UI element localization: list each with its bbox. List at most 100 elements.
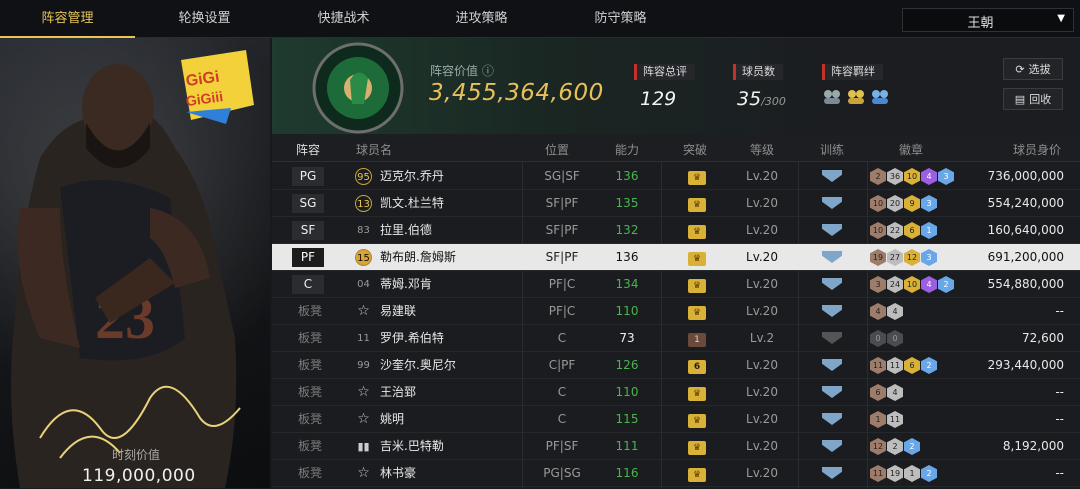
player-name: 易建联 — [380, 304, 417, 318]
slot-label: 板凳 — [298, 439, 323, 453]
training-icon[interactable] — [822, 170, 842, 182]
badge-hex-icon: 2 — [921, 465, 937, 482]
badge-hex-icon: 12 — [870, 438, 886, 455]
bond-icon-silver[interactable] — [822, 88, 842, 106]
training-icon[interactable] — [822, 278, 842, 290]
player-value: 293,440,000 — [987, 358, 1064, 372]
header-name[interactable]: 球员名 — [356, 141, 392, 158]
tab-quick-tactics[interactable]: 快捷战术 — [276, 0, 411, 38]
lineup-value: 3,455,364,600 — [429, 80, 604, 106]
table-row[interactable]: 板凳 ▮▮ 吉米.巴特勒 PF|SF 111 ♛ Lv.20 12 2 2 8,19… — [272, 433, 1080, 460]
recycle-icon: ▤ — [1014, 92, 1026, 106]
player-level: Lv.20 — [746, 439, 778, 453]
player-name: 吉米.巴特勒 — [380, 439, 444, 453]
training-icon[interactable] — [822, 359, 842, 371]
training-icon[interactable] — [822, 413, 842, 425]
player-name: 拉里.伯德 — [380, 223, 432, 237]
jersey-number: ☆ — [357, 384, 370, 400]
player-value: 554,240,000 — [987, 196, 1064, 210]
training-icon[interactable] — [822, 386, 842, 398]
badge-hex-icon: 2 — [887, 438, 903, 455]
player-name: 迈克尔.乔丹 — [380, 169, 444, 183]
slot-label: PF — [292, 248, 324, 267]
badge-list: 44 — [870, 298, 903, 325]
player-value: 554,880,000 — [987, 277, 1064, 291]
breakout-level-icon: 6 — [688, 360, 706, 374]
player-value: 160,640,000 — [987, 223, 1064, 237]
help-icon[interactable]: ⓘ — [482, 64, 494, 78]
slot-label: 板凳 — [298, 304, 323, 318]
select-button[interactable]: ⟳ 选拔 — [1003, 58, 1063, 80]
jersey-number: 13 — [355, 195, 372, 212]
player-name: 罗伊.希伯特 — [380, 331, 444, 345]
training-icon[interactable] — [822, 440, 842, 452]
dropdown-value: 王朝 — [967, 16, 994, 31]
training-icon[interactable] — [822, 467, 842, 479]
lineup-bonds: 阵容羁绊 — [822, 60, 890, 106]
badge-hex-icon: 2 — [921, 357, 937, 374]
player-card[interactable]: 23 GiGi GiGiii 时刻价值 119,000,000 — [0, 38, 270, 488]
header-ability[interactable]: 能力 — [615, 141, 639, 158]
table-row[interactable]: 板凳 ☆ 林书豪 PG|SG 116 ♛ Lv.20 11 19 1 2 -- — [272, 460, 1080, 487]
training-icon[interactable] — [822, 224, 842, 236]
table-row[interactable]: 板凳 ☆ 易建联 PF|C 110 ♛ Lv.20 44 -- — [272, 298, 1080, 325]
training-icon[interactable] — [822, 197, 842, 209]
header-badges[interactable]: 徽章 — [899, 141, 923, 158]
recycle-button[interactable]: ▤ 回收 — [1003, 88, 1063, 110]
player-level: Lv.20 — [746, 250, 778, 264]
badge-hex-icon: 6 — [904, 222, 920, 239]
table-row[interactable]: SG 13 凯文.杜兰特 SF|PF 135 ♛ Lv.20 10 20 9 3 55… — [272, 190, 1080, 217]
slot-label: 板凳 — [298, 331, 323, 345]
badge-hex-icon: 11 — [870, 357, 886, 374]
badge-hex-icon: 2 — [870, 168, 886, 185]
table-row[interactable]: 板凳 ☆ 王治郅 C 110 ♛ Lv.20 64 -- — [272, 379, 1080, 406]
badge-hex-icon: 10 — [870, 195, 886, 212]
jersey-number: 04 — [357, 279, 370, 290]
bond-icon-blue[interactable] — [870, 88, 890, 106]
header-lineup[interactable]: 阵容 — [296, 141, 320, 158]
jersey-number: ▮▮ — [357, 440, 370, 453]
table-row[interactable]: C 04 蒂姆.邓肯 PF|C 134 ♛ Lv.20 3 24 10 4 2 554,… — [272, 271, 1080, 298]
slot-label: 板凳 — [298, 385, 323, 399]
badge-hex-icon: 6 — [870, 384, 886, 401]
player-level: Lv.20 — [746, 277, 778, 291]
player-level: Lv.20 — [746, 412, 778, 426]
slot-label: 板凳 — [298, 358, 323, 372]
header-breakout[interactable]: 突破 — [683, 141, 707, 158]
training-icon[interactable] — [822, 305, 842, 317]
player-level: Lv.20 — [746, 169, 778, 183]
player-ability: 116 — [615, 466, 639, 480]
bond-icon-gold[interactable] — [846, 88, 866, 106]
slot-label: 板凳 — [298, 412, 323, 426]
header-training[interactable]: 训练 — [820, 141, 844, 158]
badge-hex-icon: 4 — [921, 276, 937, 293]
table-row[interactable]: 板凳 11 罗伊.希伯特 C 73 1 Lv.2 00 72,600 — [272, 325, 1080, 352]
player-ability: 132 — [615, 223, 639, 237]
training-icon[interactable] — [822, 332, 842, 344]
badge-hex-icon: 9 — [904, 195, 920, 212]
table-row[interactable]: PF 15 勒布朗.詹姆斯 SF|PF 136 ♛ Lv.20 19 27 12 3 … — [272, 244, 1080, 271]
player-ability: 136 — [615, 169, 639, 183]
jersey-number: ☆ — [357, 465, 370, 481]
table-row[interactable]: PG 95 迈克尔.乔丹 SG|SF 136 ♛ Lv.20 2 36 10 4 3 7… — [272, 163, 1080, 190]
badge-hex-icon: 3 — [870, 276, 886, 293]
badge-hex-icon: 19 — [870, 249, 886, 266]
header-value[interactable]: 球员身价 — [1013, 141, 1061, 158]
badge-list: 10 22 6 1 — [870, 217, 937, 244]
tab-rotation-settings[interactable]: 轮换设置 — [137, 0, 272, 38]
header-level[interactable]: 等级 — [750, 141, 774, 158]
table-row[interactable]: 板凳 ☆ 姚明 C 115 ♛ Lv.20 1 11 -- — [272, 406, 1080, 433]
tab-offense-strategy[interactable]: 进攻策略 — [414, 0, 549, 38]
lineup-select-dropdown[interactable]: 王朝 ▼ — [902, 8, 1074, 32]
training-icon[interactable] — [822, 251, 842, 263]
table-row[interactable]: 板凳 99 沙奎尔.奥尼尔 C|PF 126 6 Lv.20 11 11 6 2 29… — [272, 352, 1080, 379]
player-level: Lv.2 — [749, 331, 775, 345]
header-position[interactable]: 位置 — [545, 141, 569, 158]
badge-list: 64 — [870, 379, 903, 406]
tab-lineup-management[interactable]: 阵容管理 — [0, 0, 135, 38]
badge-hex-icon: 1 — [921, 222, 937, 239]
tab-defense-strategy[interactable]: 防守策略 — [553, 0, 688, 38]
badge-hex-icon: 4 — [887, 303, 903, 320]
player-name: 王治郅 — [380, 385, 417, 399]
table-row[interactable]: SF 83 拉里.伯德 SF|PF 132 ♛ Lv.20 10 22 6 1 160… — [272, 217, 1080, 244]
